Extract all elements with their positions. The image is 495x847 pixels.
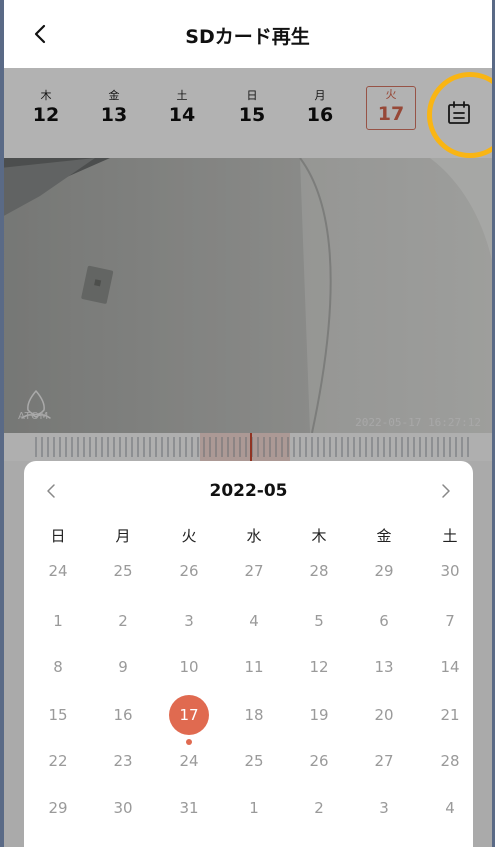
weekday-header: 土 [442,527,458,545]
calendar-day[interactable]: 28 [299,551,339,591]
calendar-day[interactable]: 10 [169,647,209,687]
weekday-header: 水 [246,527,262,545]
calendar-day[interactable]: 3 [169,601,209,641]
calendar-day[interactable]: 29 [38,788,78,828]
weekday-header: 木 [311,527,327,545]
calendar-day[interactable]: 12 [299,647,339,687]
calendar-day[interactable]: 25 [103,551,143,591]
calendar-month-label: 2022-05 [209,481,288,501]
next-month-button[interactable] [433,479,457,503]
calendar-day[interactable]: 31 [169,788,209,828]
page-title: SDカード再生 [185,26,310,48]
calendar-day[interactable]: 4 [430,788,470,828]
frame-edge-left [0,0,4,847]
weekday-header: 月 [115,527,131,545]
calendar-day-selected[interactable]: 17 [169,695,209,735]
calendar-day[interactable]: 15 [38,695,78,735]
calendar-day[interactable]: 27 [234,551,274,591]
calendar-day[interactable]: 5 [299,601,339,641]
calendar-day[interactable]: 13 [364,647,404,687]
calendar-day[interactable]: 30 [103,788,143,828]
calendar-day[interactable]: 30 [430,551,470,591]
calendar-day[interactable]: 3 [364,788,404,828]
calendar-day[interactable]: 26 [299,741,339,781]
chevron-right-icon [442,484,450,498]
app-screen: SDカード再生 木 12 金 13 土 14 日 15 月 16 火 17 AT… [0,0,495,847]
calendar-day[interactable]: 2 [103,601,143,641]
header-bar: SDカード再生 [0,0,495,68]
calendar-day[interactable]: 27 [364,741,404,781]
calendar-day[interactable]: 29 [364,551,404,591]
weekday-header: 金 [376,527,392,545]
calendar-day[interactable]: 14 [430,647,470,687]
calendar-day[interactable]: 22 [38,741,78,781]
weekday-header: 火 [181,527,197,545]
calendar-day[interactable]: 1 [234,788,274,828]
calendar-day[interactable]: 24 [169,741,209,781]
calendar-day[interactable]: 1 [38,601,78,641]
calendar-day[interactable]: 21 [430,695,470,735]
calendar-day[interactable]: 25 [234,741,274,781]
calendar-day[interactable]: 16 [103,695,143,735]
calendar-day[interactable]: 18 [234,695,274,735]
calendar-day[interactable]: 7 [430,601,470,641]
calendar-day[interactable]: 23 [103,741,143,781]
calendar-sheet: 2022-05 日 月 火 水 木 金 土 24 25 26 27 28 29 30 1 2 3 4… [24,461,473,847]
calendar-day[interactable]: 26 [169,551,209,591]
calendar-day[interactable]: 20 [364,695,404,735]
weekday-header: 日 [50,527,66,545]
calendar-day[interactable]: 9 [103,647,143,687]
calendar-day[interactable]: 28 [430,741,470,781]
calendar-day[interactable]: 24 [38,551,78,591]
calendar-day[interactable]: 8 [38,647,78,687]
calendar-day[interactable]: 4 [234,601,274,641]
calendar-day[interactable]: 19 [299,695,339,735]
calendar-day[interactable]: 2 [299,788,339,828]
calendar-day[interactable]: 11 [234,647,274,687]
calendar-day[interactable]: 6 [364,601,404,641]
